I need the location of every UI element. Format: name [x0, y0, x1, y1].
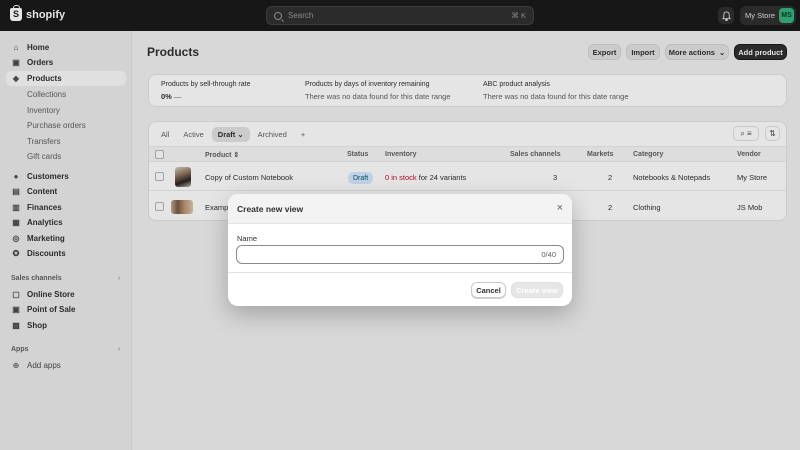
modal-title: Create new view: [237, 204, 304, 214]
modal-header: Create new view ×: [228, 194, 572, 224]
cancel-button[interactable]: Cancel: [471, 282, 506, 298]
name-label: Name: [237, 234, 258, 243]
modal-footer: Cancel Create view: [228, 272, 572, 306]
close-icon[interactable]: ×: [557, 202, 563, 214]
create-view-button[interactable]: Create view: [511, 282, 563, 298]
character-count: 0/40: [541, 250, 556, 259]
create-view-modal: Create new view × Name 0/40 Cancel Creat…: [228, 194, 572, 306]
view-name-input[interactable]: [236, 245, 564, 264]
